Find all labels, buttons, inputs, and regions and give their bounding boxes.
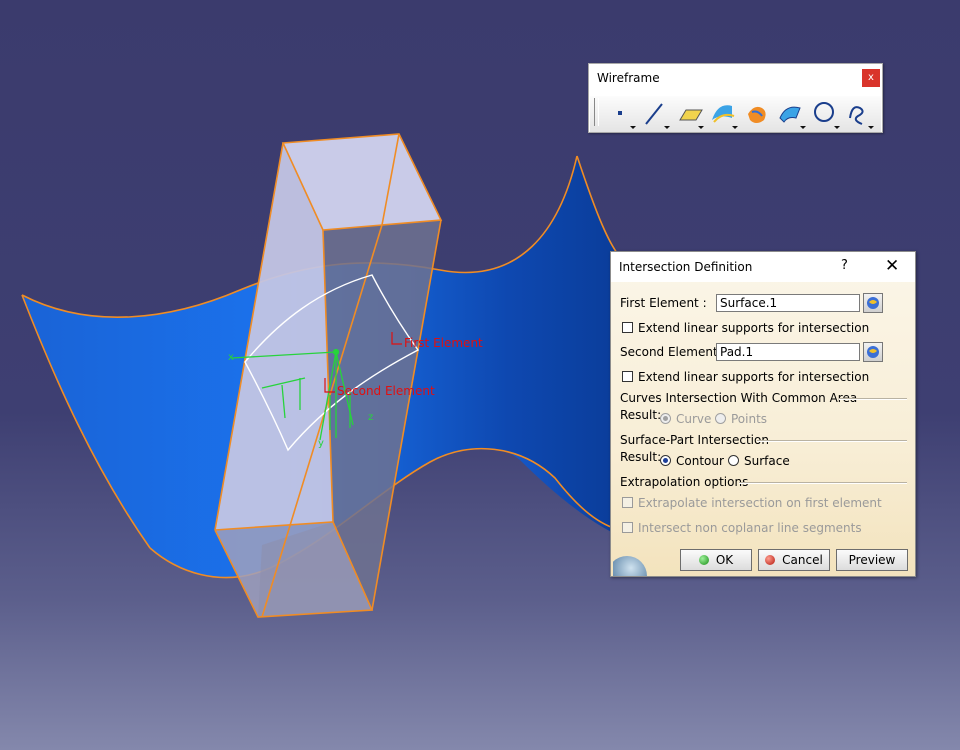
toolbar-grip[interactable] xyxy=(594,98,599,126)
extend-second-checkbox[interactable] xyxy=(622,371,633,382)
spline-icon[interactable] xyxy=(842,98,876,130)
first-element-select-button[interactable] xyxy=(863,293,883,313)
curve-option-label: Curve xyxy=(676,412,712,426)
extend-first-label: Extend linear supports for intersection xyxy=(638,321,870,335)
preview-button[interactable]: Preview xyxy=(836,549,908,571)
cancel-label: Cancel xyxy=(782,553,823,567)
line-icon[interactable] xyxy=(638,98,672,130)
axis-y-label: y xyxy=(318,438,324,449)
catia-globe-icon xyxy=(613,552,653,576)
toolbar-title: Wireframe xyxy=(597,71,660,85)
surface-option-label: Surface xyxy=(744,454,790,468)
first-element-field[interactable]: Surface.1 xyxy=(716,294,860,312)
cancel-icon xyxy=(765,555,776,565)
extrapolation-title: Extrapolation options xyxy=(620,475,749,489)
intersection-definition-dialog[interactable]: Intersection Definition ? ✕ First Elemen… xyxy=(610,251,916,577)
point-icon[interactable] xyxy=(604,98,638,130)
projection-icon[interactable] xyxy=(706,98,740,130)
second-element-label: Second Element : xyxy=(620,345,726,359)
circle-icon[interactable] xyxy=(808,98,842,130)
extend-first-checkbox[interactable] xyxy=(622,322,633,333)
cancel-button[interactable]: Cancel xyxy=(758,549,830,571)
curves-result-label: Result: xyxy=(620,408,662,422)
non-coplanar-label: Intersect non coplanar line segments xyxy=(638,521,862,535)
plane-icon[interactable] xyxy=(672,98,706,130)
second-element-select-button[interactable] xyxy=(863,342,883,362)
first-element-label: First Element : xyxy=(620,296,707,310)
surface-result-label: Result: xyxy=(620,450,662,464)
help-button[interactable]: ? xyxy=(841,258,848,273)
extrapolate-label: Extrapolate intersection on first elemen… xyxy=(638,496,882,510)
extrapolate-checkbox[interactable] xyxy=(622,497,633,508)
second-element-label: Second Element xyxy=(337,384,435,398)
ok-icon xyxy=(698,555,709,565)
surface-radio[interactable] xyxy=(728,455,739,466)
first-element-label: First Element xyxy=(404,336,483,350)
preview-label: Preview xyxy=(848,553,896,567)
section-divider xyxy=(739,482,907,484)
surface-section-title: Surface-Part Intersection xyxy=(620,433,769,447)
ok-button[interactable]: OK xyxy=(680,549,752,571)
contour-option-label: Contour xyxy=(676,454,724,468)
points-radio[interactable] xyxy=(715,413,726,424)
close-button[interactable]: ✕ xyxy=(885,256,899,276)
curve-radio[interactable] xyxy=(660,413,671,424)
intersection-icon[interactable] xyxy=(740,98,774,130)
dialog-titlebar[interactable]: Intersection Definition ? ✕ xyxy=(611,252,915,282)
extend-second-label: Extend linear supports for intersection xyxy=(638,370,870,384)
pad-1[interactable] xyxy=(214,133,443,618)
section-divider xyxy=(757,440,907,442)
toolbar-close-button[interactable]: x xyxy=(862,69,880,87)
non-coplanar-checkbox[interactable] xyxy=(622,522,633,533)
ok-label: OK xyxy=(715,553,734,567)
points-option-label: Points xyxy=(731,412,768,426)
wireframe-toolbar[interactable]: Wireframe x xyxy=(588,63,883,133)
contour-radio[interactable] xyxy=(660,455,671,466)
toolbar-buttons xyxy=(590,96,881,132)
curves-section-title: Curves Intersection With Common Area xyxy=(620,391,858,405)
axis-z-label: z xyxy=(368,412,373,423)
dialog-title: Intersection Definition xyxy=(619,260,753,274)
second-element-field[interactable]: Pad.1 xyxy=(716,343,860,361)
section-divider xyxy=(839,398,907,400)
offset-icon[interactable] xyxy=(774,98,808,130)
axis-x-label: x xyxy=(228,352,234,363)
